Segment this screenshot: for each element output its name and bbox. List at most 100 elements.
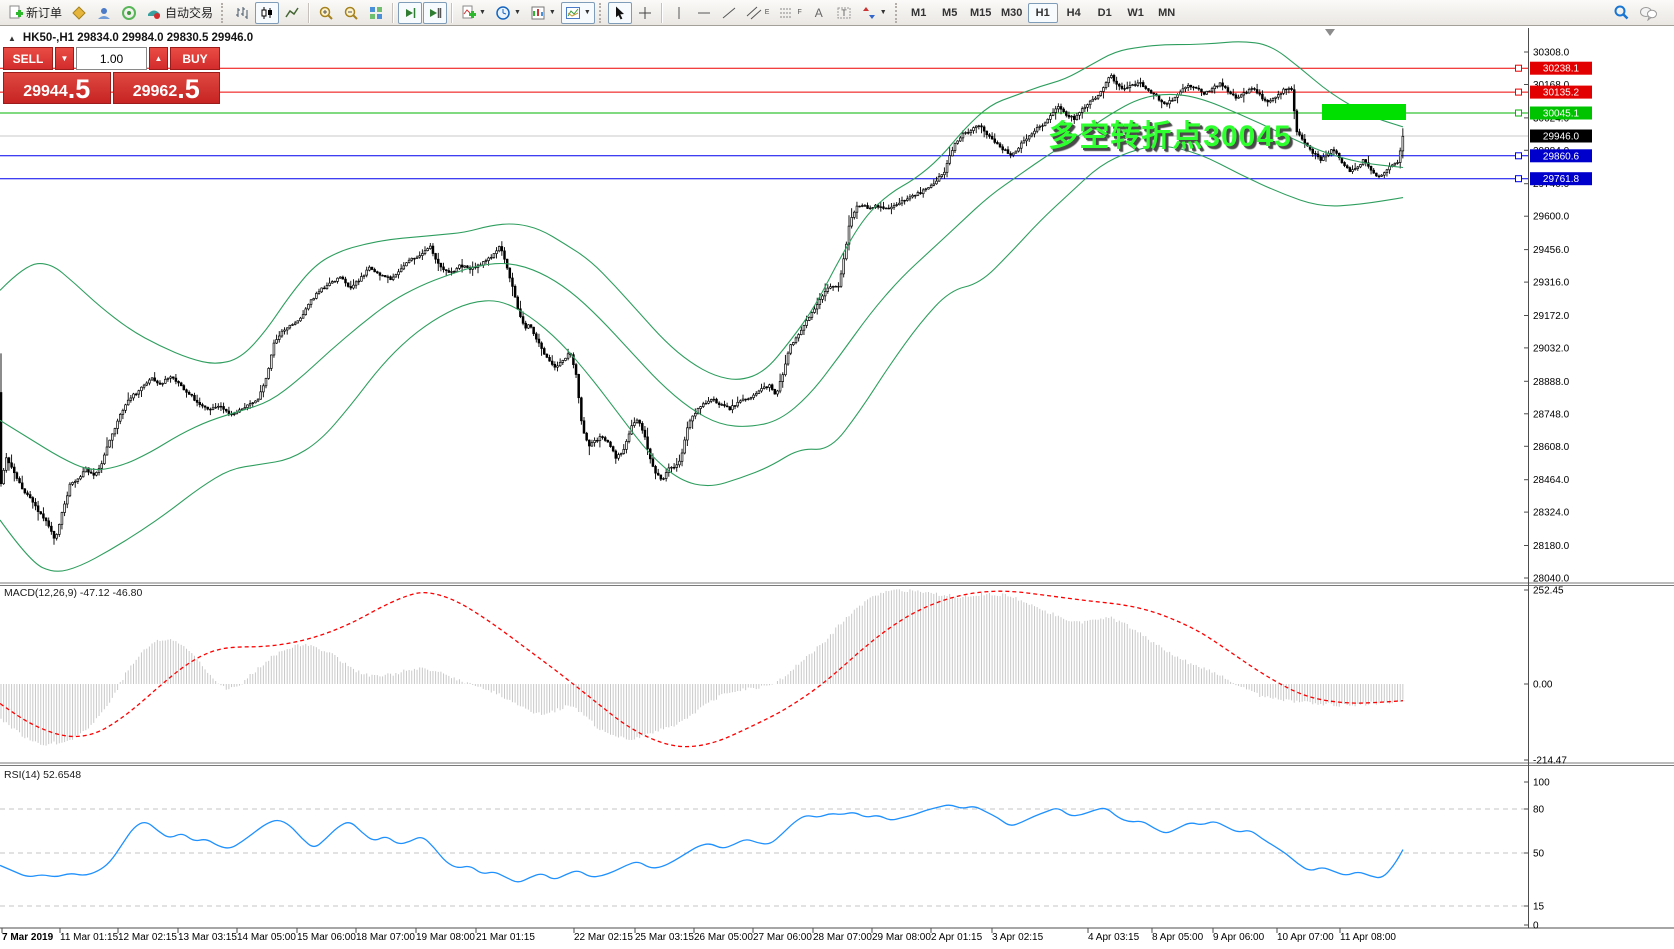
volume-input[interactable]: [76, 47, 147, 70]
timeframe-h1-button[interactable]: H1: [1028, 3, 1058, 23]
timeframe-mn-button[interactable]: MN: [1152, 3, 1182, 23]
timeframe-m15-button[interactable]: M15: [966, 3, 996, 23]
volume-increase-button[interactable]: ▲: [149, 47, 168, 70]
periods-button[interactable]: ▼: [491, 2, 525, 24]
price-tick-label: 29316.0: [1533, 278, 1570, 289]
text-tool-letter: A: [815, 6, 823, 20]
price-tag-label: 30135.2: [1543, 88, 1580, 99]
text-label-button[interactable]: T: [832, 2, 856, 24]
candlestick-chart-icon: [259, 5, 275, 21]
volume-decrease-button[interactable]: ▼: [55, 47, 74, 70]
vertical-line-button[interactable]: [667, 2, 691, 24]
vertical-line-icon: [671, 5, 687, 21]
time-axis-label: 2 Apr 01:15: [931, 932, 983, 943]
sell-button[interactable]: SELL: [3, 47, 53, 70]
buy-button[interactable]: BUY: [170, 47, 220, 70]
panel-collapse-icon[interactable]: ▲: [8, 34, 16, 43]
zoom-out-button[interactable]: [339, 2, 363, 24]
tile-windows-button[interactable]: [364, 2, 388, 24]
trendline-button[interactable]: [717, 2, 741, 24]
fibonacci-button[interactable]: F: [774, 2, 805, 24]
broadcast-button[interactable]: [117, 2, 141, 24]
candlestick-chart-button[interactable]: [255, 2, 279, 24]
time-axis-label: 15 Mar 06:00: [297, 932, 356, 943]
styler-button[interactable]: [67, 2, 91, 24]
rsi-scale-label: 0: [1533, 921, 1539, 932]
template-icon: [530, 5, 546, 21]
line-chart-button[interactable]: [280, 2, 304, 24]
price-tag-label: 30238.1: [1543, 64, 1580, 75]
auto-scroll-button[interactable]: [398, 2, 422, 24]
time-axis-label: 11 Mar 01:15: [60, 932, 119, 943]
timeframe-d1-button[interactable]: D1: [1090, 3, 1120, 23]
trendline-icon: [721, 5, 737, 21]
time-axis-label: 13 Mar 03:15: [178, 932, 237, 943]
support-button[interactable]: [92, 2, 116, 24]
chat-bubbles-icon: [1639, 5, 1658, 21]
time-axis-label: 11 Apr 08:00: [1340, 932, 1396, 943]
timeframe-m1-button[interactable]: M1: [904, 3, 934, 23]
price-tick-label: 28464.0: [1533, 475, 1570, 486]
text-button[interactable]: A: [807, 2, 831, 24]
time-axis-label: 28 Mar 07:00: [813, 932, 872, 943]
price-tag-label: 30045.1: [1543, 109, 1580, 120]
price-tick-label: 28608.0: [1533, 442, 1570, 453]
price-tick-label: 29600.0: [1533, 212, 1570, 223]
zoom-in-button[interactable]: [314, 2, 338, 24]
rsi-scale-label: 80: [1533, 805, 1545, 816]
horizontal-line-button[interactable]: [692, 2, 716, 24]
search-button[interactable]: [1609, 2, 1634, 24]
level-anchor-square: [1516, 110, 1522, 116]
auto-trading-label: 自动交易: [165, 4, 213, 21]
sell-price-box[interactable]: 29944 .5: [3, 72, 111, 104]
chart-shift-button[interactable]: [423, 2, 447, 24]
profiles-button[interactable]: ▼: [561, 2, 595, 24]
zoom-in-icon: [318, 5, 334, 21]
time-axis-label: 7 Mar 2019: [2, 932, 54, 943]
price-tag-label: 29761.8: [1543, 174, 1580, 185]
arrows-button[interactable]: ▼: [857, 2, 891, 24]
time-axis-label: 19 Mar 08:00: [416, 932, 475, 943]
rsi-scale-label: 50: [1533, 849, 1545, 860]
channel-letter: E: [765, 9, 770, 16]
crosshair-icon: [637, 5, 653, 21]
chat-button[interactable]: [1635, 2, 1662, 24]
mt4-window: 30308.030168.030024.029884.029740.029600…: [0, 0, 1674, 949]
crosshair-button[interactable]: [633, 2, 657, 24]
auto-trading-button[interactable]: 自动交易: [142, 2, 217, 24]
timeframe-h4-button[interactable]: H4: [1059, 3, 1089, 23]
cursor-icon: [612, 5, 628, 21]
bar-chart-button[interactable]: [230, 2, 254, 24]
text-label-icon: T: [836, 5, 852, 21]
time-axis-label: 27 Mar 06:00: [753, 932, 812, 943]
chart-profile-icon: [565, 5, 581, 21]
price-chart-canvas[interactable]: 30308.030168.030024.029884.029740.029600…: [0, 0, 1674, 949]
new-order-button[interactable]: 新订单: [4, 2, 66, 24]
broadcast-icon: [121, 5, 137, 21]
timeframe-m30-button[interactable]: M30: [997, 3, 1027, 23]
line-chart-icon: [284, 5, 300, 21]
gold-diamond-icon: [71, 5, 87, 21]
indicators-icon: [461, 5, 476, 20]
price-tag-label: 29860.6: [1543, 151, 1580, 162]
chevron-down-icon: ▼: [479, 9, 486, 16]
price-tick-label: 29456.0: [1533, 245, 1570, 256]
price-tag-label: 29946.0: [1543, 132, 1580, 143]
buy-price-box[interactable]: 29962 .5: [113, 72, 221, 104]
person-headset-icon: [96, 5, 112, 21]
timeframe-m5-button[interactable]: M5: [935, 3, 965, 23]
rsi-scale-label: 100: [1533, 778, 1550, 789]
new-order-label: 新订单: [26, 4, 62, 21]
fibo-letter: F: [797, 9, 801, 16]
chevron-down-icon: ▼: [584, 9, 591, 16]
channel-button[interactable]: E: [742, 2, 774, 24]
zoom-out-icon: [343, 5, 359, 21]
timeframe-toolbar: M1M5M15M30H1H4D1W1MN: [904, 3, 1182, 23]
templates-button[interactable]: ▼: [526, 2, 560, 24]
price-tick-label: 28748.0: [1533, 409, 1570, 420]
timeframe-w1-button[interactable]: W1: [1121, 3, 1151, 23]
arrow-objects-icon: [861, 5, 877, 21]
indicators-button[interactable]: ▼: [457, 2, 490, 24]
chevron-down-icon: ▼: [880, 9, 887, 16]
cursor-button[interactable]: [608, 2, 632, 24]
